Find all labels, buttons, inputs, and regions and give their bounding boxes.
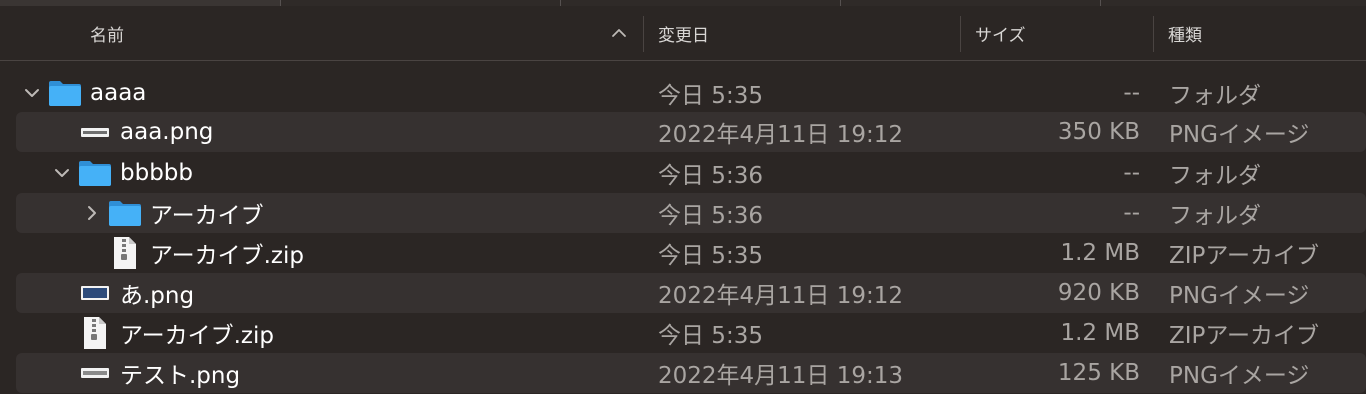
file-size: 1.2 MB (1060, 240, 1140, 266)
file-row-archive-folder[interactable]: アーカイブ 今日 5:36 -- フォルダ (16, 193, 1366, 233)
column-header-size[interactable]: サイズ (975, 6, 1026, 60)
image-file-icon (81, 128, 109, 137)
zip-file-icon (114, 237, 136, 269)
file-name[interactable]: bbbbb (120, 153, 193, 193)
file-kind: フォルダ (1169, 83, 1261, 109)
image-file-icon (81, 286, 109, 300)
file-name[interactable]: アーカイブ.zip (150, 233, 304, 273)
file-date: 今日 5:35 (658, 243, 763, 269)
zip-file-icon (84, 317, 106, 349)
file-size: 125 KB (1057, 360, 1140, 386)
file-name[interactable]: あ.png (120, 273, 194, 313)
file-date: 今日 5:36 (658, 203, 763, 229)
file-row-archive-zip[interactable]: アーカイブ.zip 今日 5:35 1.2 MB ZIPアーカイブ (16, 313, 1366, 353)
file-name[interactable]: aaaa (90, 73, 146, 113)
file-row-archive-zip-nested[interactable]: アーカイブ.zip 今日 5:35 1.2 MB ZIPアーカイブ (16, 233, 1366, 273)
column-header-date[interactable]: 変更日 (658, 6, 709, 60)
file-size: -- (1123, 200, 1140, 226)
column-divider[interactable] (1153, 16, 1154, 52)
file-row-test-png[interactable]: テスト.png 2022年4月11日 19:13 125 KB PNGイメージ (16, 353, 1366, 393)
folder-icon (79, 161, 111, 186)
file-row-aaa-png[interactable]: aaa.png 2022年4月11日 19:12 350 KB PNGイメージ (16, 112, 1366, 152)
file-name[interactable]: テスト.png (120, 353, 240, 393)
column-divider[interactable] (643, 16, 644, 52)
file-size: 1.2 MB (1060, 320, 1140, 346)
column-header-kind[interactable]: 種類 (1168, 6, 1202, 60)
file-name[interactable]: aaa.png (120, 112, 213, 152)
chevron-down-icon[interactable] (52, 163, 72, 183)
file-row-aaaa[interactable]: aaaa 今日 5:35 -- フォルダ (16, 73, 1366, 113)
file-kind: ZIPアーカイブ (1169, 243, 1320, 269)
column-divider[interactable] (960, 16, 961, 52)
file-date: 2022年4月11日 19:12 (658, 122, 904, 148)
file-kind: フォルダ (1169, 203, 1261, 229)
sort-ascending-icon[interactable] (610, 24, 628, 42)
column-header-bar: 名前 変更日 サイズ 種類 (0, 6, 1366, 61)
folder-icon (109, 201, 141, 226)
file-row-a-png[interactable]: あ.png 2022年4月11日 19:12 920 KB PNGイメージ (16, 273, 1366, 313)
folder-icon (49, 81, 81, 106)
file-date: 今日 5:35 (658, 83, 763, 109)
file-date: 2022年4月11日 19:13 (658, 363, 904, 389)
file-kind: フォルダ (1169, 163, 1261, 189)
column-header-name[interactable]: 名前 (90, 6, 124, 60)
column-header-kind-label: 種類 (1168, 25, 1202, 46)
file-kind: PNGイメージ (1169, 363, 1310, 389)
file-name[interactable]: アーカイブ.zip (120, 313, 274, 353)
column-header-name-label: 名前 (90, 25, 124, 46)
file-kind: PNGイメージ (1169, 122, 1310, 148)
column-header-date-label: 変更日 (658, 25, 709, 46)
file-row-bbbbb[interactable]: bbbbb 今日 5:36 -- フォルダ (16, 153, 1366, 193)
file-date: 2022年4月11日 19:12 (658, 283, 904, 309)
file-kind: PNGイメージ (1169, 283, 1310, 309)
file-name[interactable]: アーカイブ (150, 193, 264, 233)
file-size: -- (1123, 80, 1140, 106)
file-size: -- (1123, 160, 1140, 186)
file-size: 920 KB (1057, 280, 1140, 306)
column-header-size-label: サイズ (975, 25, 1026, 46)
file-date: 今日 5:35 (658, 323, 763, 349)
file-date: 今日 5:36 (658, 163, 763, 189)
chevron-right-icon[interactable] (82, 203, 102, 223)
file-kind: ZIPアーカイブ (1169, 323, 1320, 349)
file-size: 350 KB (1057, 119, 1140, 145)
image-file-icon (81, 368, 109, 378)
chevron-down-icon[interactable] (22, 83, 42, 103)
